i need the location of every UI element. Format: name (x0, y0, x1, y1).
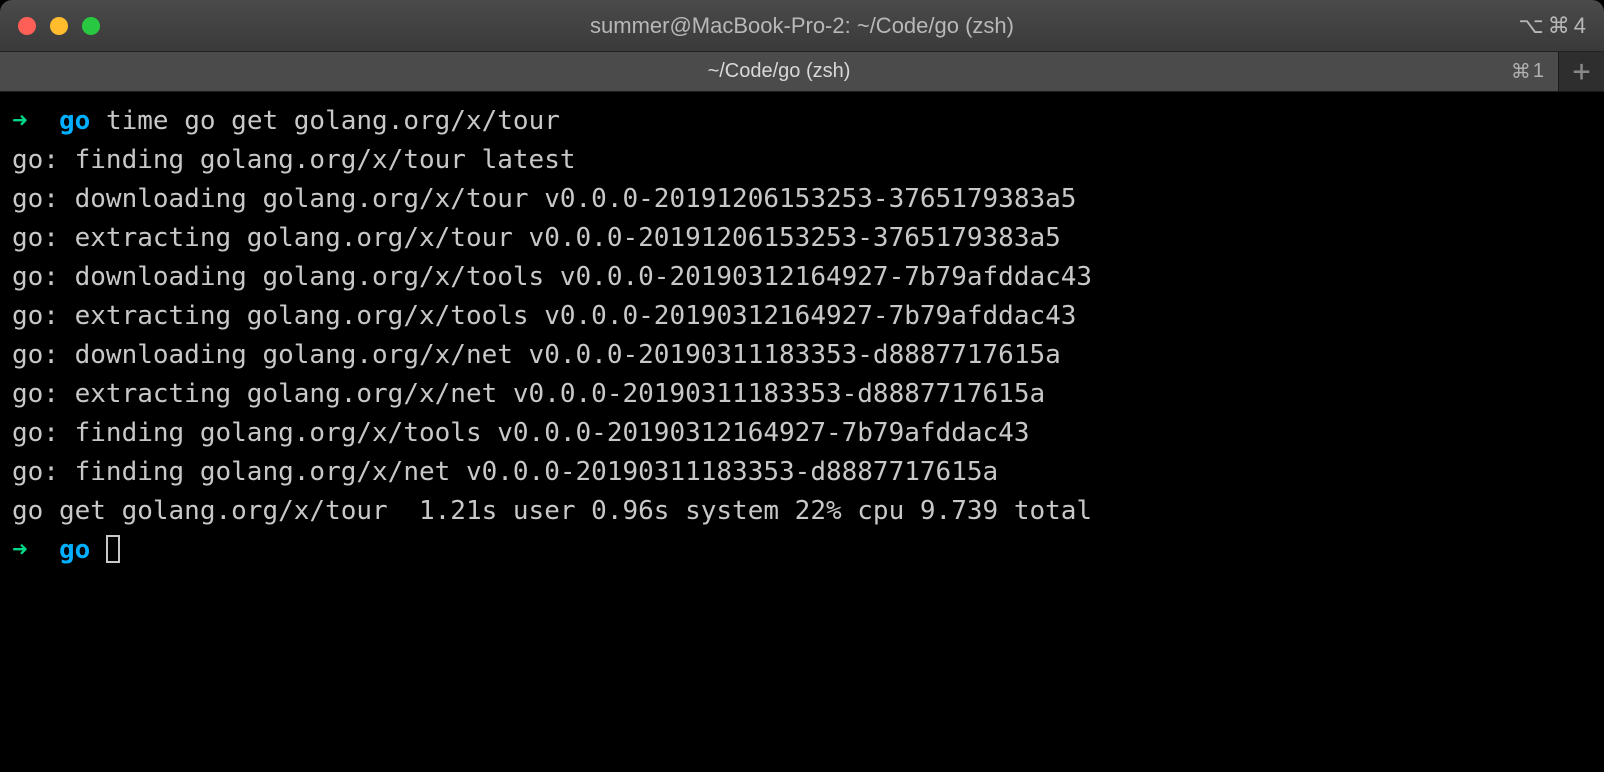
command-key-icon: ⌘ (1511, 59, 1531, 84)
titlebar-shortcut: ⌥⌘4 (1518, 13, 1586, 39)
tab-bar: ~/Code/go (zsh) ⌘1 + (0, 52, 1604, 92)
maximize-button[interactable] (82, 17, 100, 35)
cursor (106, 535, 120, 563)
prompt-line: ➜ go time go get golang.org/x/tour (12, 102, 1592, 141)
output-line: go: downloading golang.org/x/tools v0.0.… (12, 258, 1592, 297)
close-button[interactable] (18, 17, 36, 35)
terminal-content[interactable]: ➜ go time go get golang.org/x/tour go: f… (0, 92, 1604, 772)
prompt-directory: go (59, 535, 90, 565)
prompt-directory: go (59, 106, 90, 136)
output-line: go get golang.org/x/tour 1.21s user 0.96… (12, 492, 1592, 531)
window-titlebar: summer@MacBook-Pro-2: ~/Code/go (zsh) ⌥⌘… (0, 0, 1604, 52)
window-title: summer@MacBook-Pro-2: ~/Code/go (zsh) (590, 13, 1014, 39)
output-line: go: finding golang.org/x/tools v0.0.0-20… (12, 414, 1592, 453)
output-line: go: finding golang.org/x/net v0.0.0-2019… (12, 453, 1592, 492)
command-text: time go get golang.org/x/tour (106, 106, 560, 136)
plus-icon: + (1572, 54, 1590, 89)
output-line: go: downloading golang.org/x/net v0.0.0-… (12, 336, 1592, 375)
tab-active[interactable]: ~/Code/go (zsh) ⌘1 (0, 52, 1558, 91)
output-line: go: extracting golang.org/x/net v0.0.0-2… (12, 375, 1592, 414)
minimize-button[interactable] (50, 17, 68, 35)
output-line: go: finding golang.org/x/tour latest (12, 141, 1592, 180)
shortcut-number: 4 (1574, 13, 1586, 39)
traffic-lights (18, 17, 100, 35)
prompt-line-current: ➜ go (12, 531, 1592, 570)
new-tab-button[interactable]: + (1558, 52, 1604, 91)
tab-shortcut: ⌘1 (1511, 59, 1544, 84)
tab-shortcut-number: 1 (1533, 60, 1544, 83)
prompt-arrow-icon: ➜ (12, 106, 28, 136)
command-key-icon: ⌘ (1548, 13, 1570, 39)
output-line: go: extracting golang.org/x/tools v0.0.0… (12, 297, 1592, 336)
option-key-icon: ⌥ (1518, 13, 1543, 39)
output-line: go: downloading golang.org/x/tour v0.0.0… (12, 180, 1592, 219)
output-line: go: extracting golang.org/x/tour v0.0.0-… (12, 219, 1592, 258)
tab-label: ~/Code/go (zsh) (708, 60, 851, 83)
prompt-arrow-icon: ➜ (12, 535, 28, 565)
